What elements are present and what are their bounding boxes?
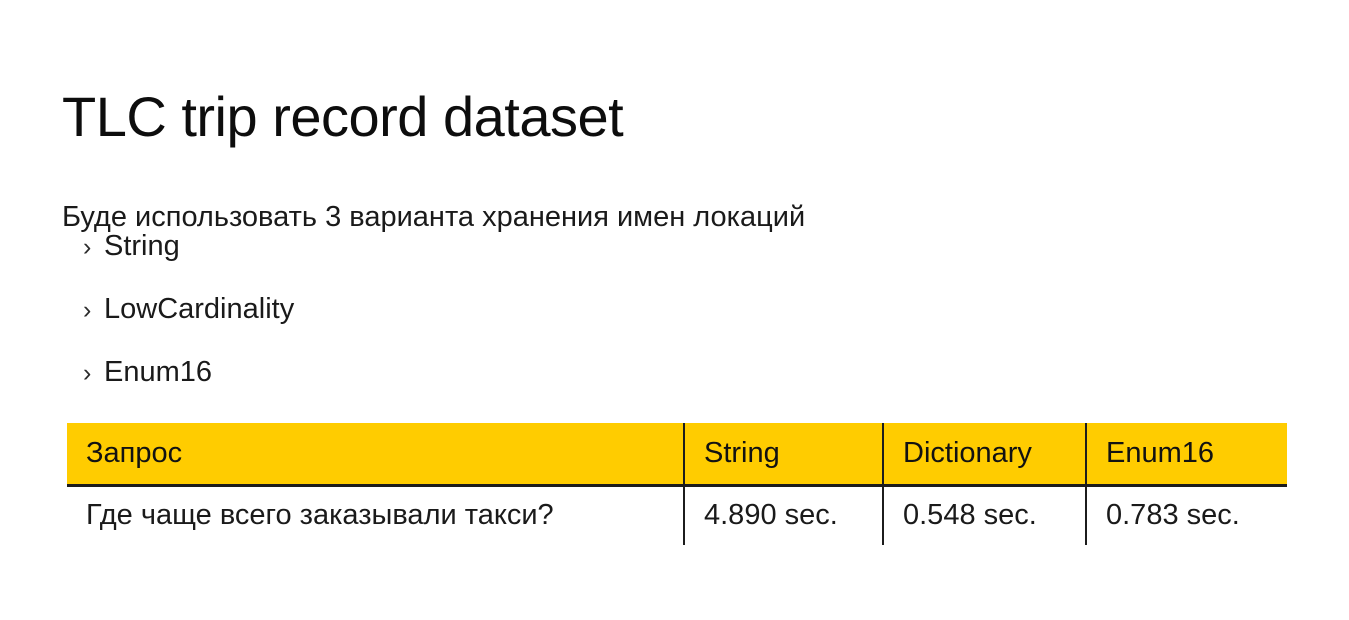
column-header-string: String — [684, 423, 884, 487]
list-item-label: LowCardinality — [104, 293, 295, 325]
list-item-label: String — [104, 230, 180, 262]
list-item: › String — [62, 232, 762, 295]
list-item: › LowCardinality — [62, 295, 762, 358]
list-item: › Enum16 — [62, 358, 762, 421]
column-header-enum16: Enum16 — [1086, 423, 1287, 487]
chevron-right-icon: › — [83, 359, 92, 387]
cell-enum16-time: 0.783 sec. — [1086, 485, 1287, 545]
chevron-right-icon: › — [83, 296, 92, 324]
column-header-query: Запрос — [67, 423, 685, 487]
cell-query: Где чаще всего заказывали такси? — [67, 485, 685, 545]
cell-string-time: 4.890 sec. — [684, 485, 884, 545]
page-title: TLC trip record dataset — [62, 84, 624, 148]
table-header-row: Запрос String Dictionary Enum16 — [67, 423, 1287, 487]
table-row: Где чаще всего заказывали такси? 4.890 s… — [67, 485, 1287, 545]
bullet-list: › String › LowCardinality › Enum16 — [62, 232, 762, 421]
benchmark-table: Запрос String Dictionary Enum16 Где чаще… — [67, 423, 1287, 545]
list-item-label: Enum16 — [104, 356, 213, 388]
chevron-right-icon: › — [83, 233, 92, 261]
cell-dictionary-time: 0.548 sec. — [883, 485, 1087, 545]
slide-canvas: TLC trip record dataset Буде использоват… — [0, 0, 1349, 620]
column-header-dictionary: Dictionary — [883, 423, 1087, 487]
